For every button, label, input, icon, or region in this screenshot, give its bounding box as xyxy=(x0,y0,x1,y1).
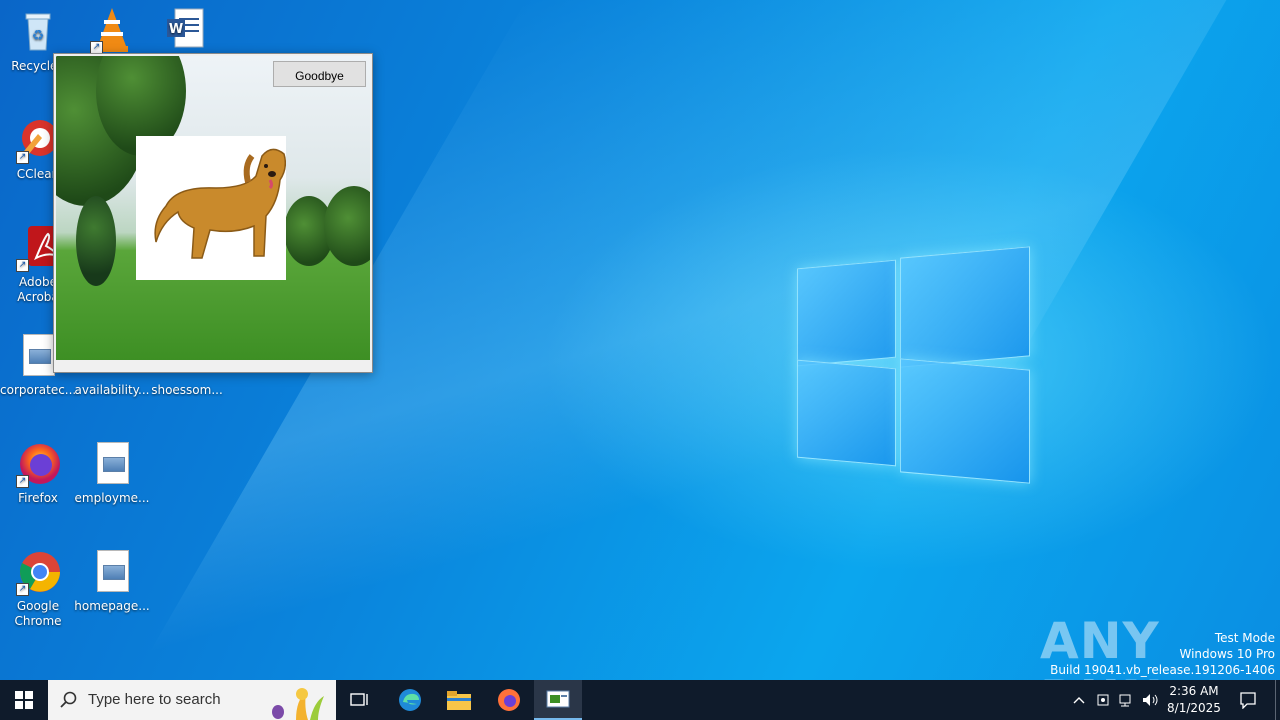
clock-date: 8/1/2025 xyxy=(1167,701,1221,715)
goodbye-button[interactable]: Goodbye xyxy=(273,61,366,87)
watermark-line: Windows 10 Pro xyxy=(1179,647,1275,661)
desktop-icon-chrome[interactable]: ↗ Google Chrome xyxy=(0,548,76,629)
dog-popup-window[interactable]: Goodbye xyxy=(53,53,373,373)
task-view-icon xyxy=(350,693,368,706)
search-placeholder: Type here to search xyxy=(88,691,221,708)
desktop-icon-homepage-file[interactable]: homepage... xyxy=(74,548,150,614)
search-icon xyxy=(60,691,77,708)
desktop-icon-firefox[interactable]: ↗ Firefox xyxy=(0,440,76,506)
shortcut-arrow-icon: ↗ xyxy=(16,475,29,488)
notification-icon xyxy=(1240,692,1256,709)
desktop-icon-label: corporatec... xyxy=(0,383,77,397)
update-icon xyxy=(1097,694,1109,706)
desktop-icon-label: Firefox xyxy=(18,491,58,505)
image-file-icon xyxy=(88,548,136,596)
watermark-line: Build 19041.vb_release.191206-1406 xyxy=(1050,663,1275,677)
windows-start-icon xyxy=(15,691,33,709)
taskbar-active-app[interactable] xyxy=(534,680,582,720)
firefox-icon xyxy=(498,689,520,711)
windows-logo xyxy=(795,242,1030,484)
dog-image xyxy=(136,136,287,280)
shortcut-arrow-icon: ↗ xyxy=(16,151,29,164)
word-icon: W xyxy=(161,6,209,54)
vlc-icon: ↗ xyxy=(88,6,136,54)
desktop-icon-label: availability... xyxy=(74,383,150,397)
show-hidden-icons-button[interactable] xyxy=(1068,680,1090,720)
tray-network-button[interactable] xyxy=(1115,680,1137,720)
test-mode-watermark: Test Mode Windows 10 Pro Build 19041.vb_… xyxy=(1050,630,1275,678)
desktop: ♻ Recycle I ↗ W ↗ CClean ↗ Adobe Acroba … xyxy=(0,0,1280,680)
desktop-icon-label: Google xyxy=(16,599,60,613)
desktop-icon-label: Chrome xyxy=(14,614,62,628)
firefox-icon: ↗ xyxy=(14,440,62,488)
taskbar: Type here to search 2:36 AM 8/1/2025 xyxy=(0,680,1280,720)
desktop-icon-employment-file[interactable]: employme... xyxy=(74,440,150,506)
chevron-up-icon xyxy=(1073,697,1085,704)
recycle-bin-icon: ♻ xyxy=(14,8,62,56)
chrome-icon: ↗ xyxy=(14,548,62,596)
taskbar-edge[interactable] xyxy=(386,680,434,720)
show-desktop-button[interactable] xyxy=(1275,680,1280,720)
action-center-button[interactable] xyxy=(1234,680,1262,720)
edge-icon xyxy=(399,689,421,711)
start-button[interactable] xyxy=(0,680,48,720)
network-icon xyxy=(1119,694,1131,707)
taskbar-search-box[interactable]: Type here to search xyxy=(48,680,336,720)
clock-time: 2:36 AM xyxy=(1169,684,1219,698)
active-app-icon xyxy=(546,690,570,708)
meadow-background-image: Goodbye xyxy=(56,56,370,360)
desktop-icon-label: Adobe xyxy=(19,275,57,289)
tray-update-icon-button[interactable] xyxy=(1092,680,1114,720)
taskbar-file-explorer[interactable] xyxy=(435,680,483,720)
desktop-icon-label: homepage... xyxy=(74,599,150,613)
taskbar-clock[interactable]: 2:36 AM 8/1/2025 xyxy=(1160,683,1228,717)
desktop-icon-label: employme... xyxy=(74,491,150,505)
svg-text:W: W xyxy=(169,22,183,37)
svg-text:♻: ♻ xyxy=(32,28,45,44)
image-file-icon xyxy=(88,440,136,488)
desktop-icon-word[interactable]: W xyxy=(147,6,223,57)
desktop-icon-label: shoessom... xyxy=(151,383,223,397)
task-view-button[interactable] xyxy=(336,680,384,720)
desktop-icon-vlc[interactable]: ↗ xyxy=(74,6,150,57)
watermark-line: Test Mode xyxy=(1214,631,1275,645)
shortcut-arrow-icon: ↗ xyxy=(16,259,29,272)
shortcut-arrow-icon: ↗ xyxy=(16,583,29,596)
volume-icon xyxy=(1143,694,1158,706)
tray-volume-button[interactable] xyxy=(1139,680,1161,720)
search-highlight-image xyxy=(272,688,324,720)
file-explorer-icon xyxy=(447,691,471,710)
taskbar-firefox[interactable] xyxy=(485,680,533,720)
